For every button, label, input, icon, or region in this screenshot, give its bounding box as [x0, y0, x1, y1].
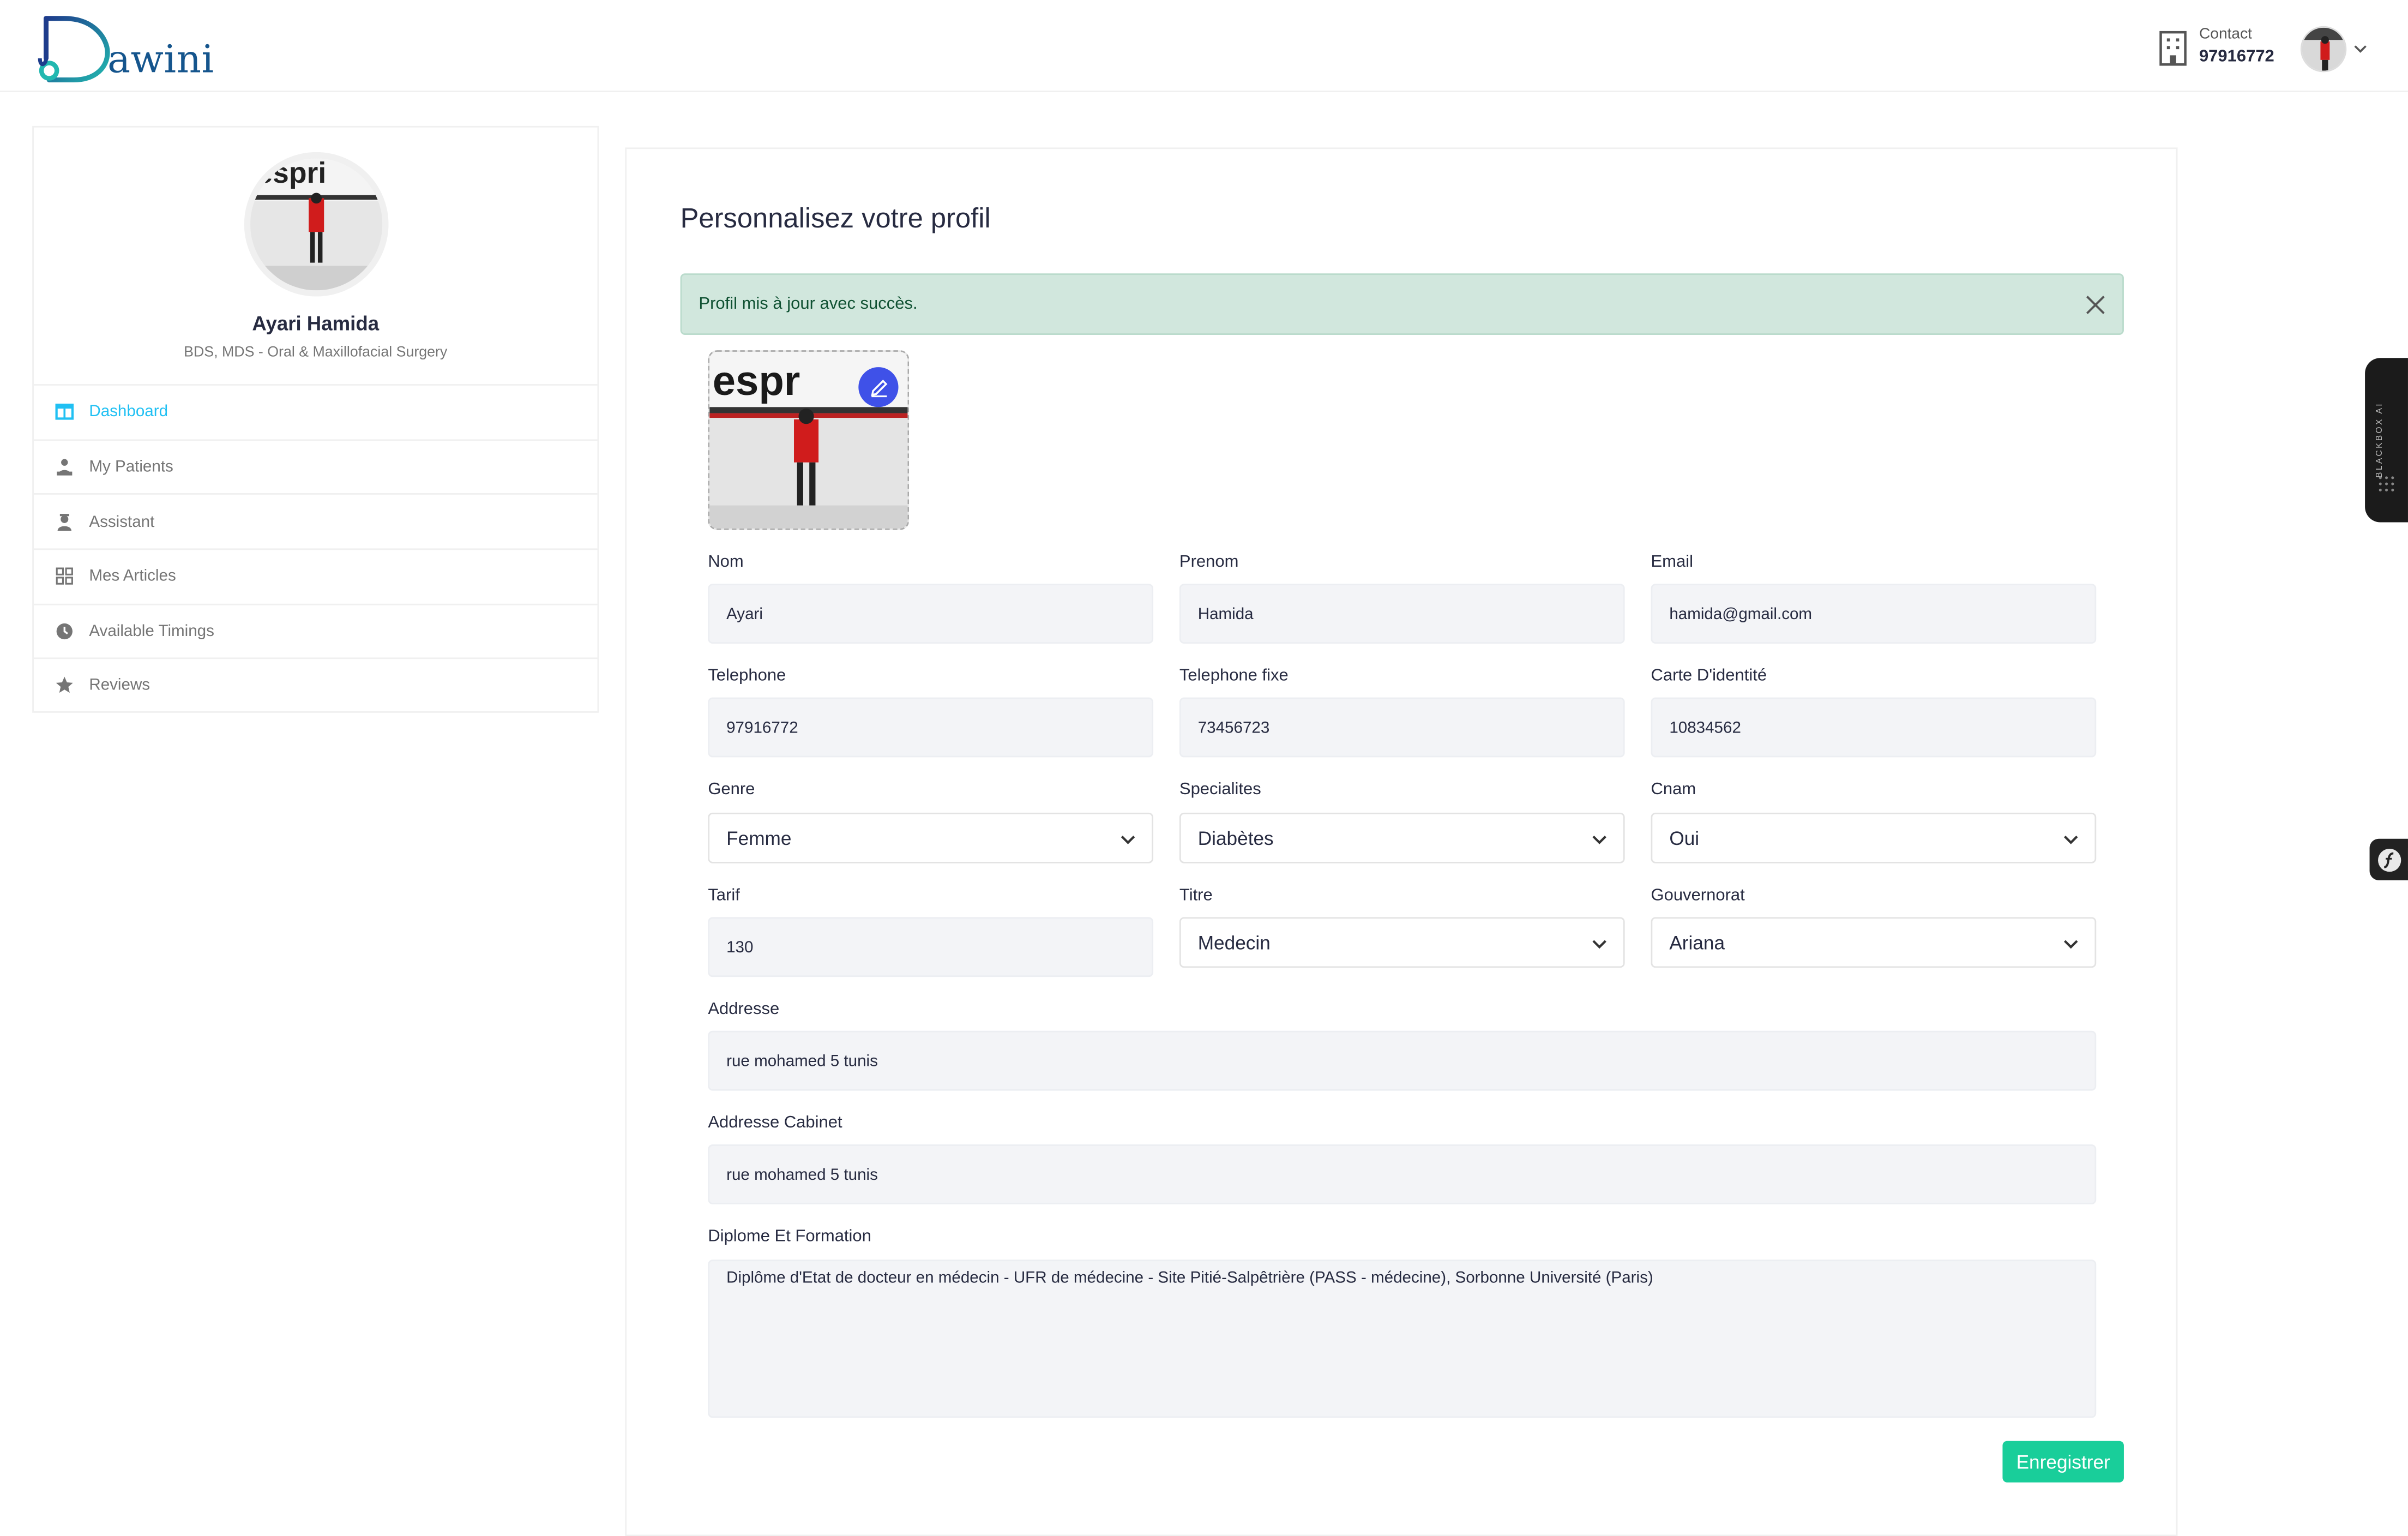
sidebar-item-label: Dashboard — [89, 403, 168, 422]
sidebar-item-label: Reviews — [89, 676, 150, 695]
profile-form-card: Personnalisez votre profil Profil mis à … — [625, 147, 2178, 1536]
users-icon — [57, 459, 73, 476]
specialites-value: Diabètes — [1197, 827, 1274, 849]
carte-identite-input[interactable]: 10834562 — [1651, 697, 2097, 758]
edit-photo-button[interactable] — [858, 367, 899, 407]
titre-label: Titre — [1179, 886, 1213, 905]
telephone-fixe-input[interactable]: 73456723 — [1179, 697, 1625, 758]
sidebar-item-mes-articles[interactable]: Mes Articles — [33, 548, 598, 604]
blackbox-ai-widget[interactable]: BLACKBOX AI — [2365, 358, 2408, 523]
sidebar-item-label: Mes Articles — [89, 567, 176, 586]
chevron-down-icon — [1592, 835, 1606, 844]
svg-text:espri: espri — [256, 158, 326, 189]
sidebar-item-label: Assistant — [89, 512, 155, 531]
svg-text:espr: espr — [713, 358, 800, 404]
alert-message: Profil mis à jour avec succès. — [699, 295, 918, 314]
sidebar-item-my-patients[interactable]: My Patients — [33, 439, 598, 494]
sidebar-item-reviews[interactable]: Reviews — [33, 658, 598, 713]
dawini-logo[interactable]: awini — [34, 13, 218, 83]
clock-icon — [56, 623, 73, 640]
sidebar-item-label: Available Timings — [89, 622, 214, 641]
addresse-cabinet-input[interactable]: rue mohamed 5 tunis — [708, 1144, 2097, 1204]
sidebar-item-label: My Patients — [89, 458, 173, 477]
contact-number: 97916772 — [2199, 47, 2274, 67]
chevron-down-icon — [2064, 835, 2078, 844]
doctor-photo-icon: espri — [250, 158, 383, 291]
logo-text: awini — [107, 37, 214, 82]
sidebar-item-assistant[interactable]: Assistant — [33, 494, 598, 549]
prenom-input[interactable]: Hamida — [1179, 584, 1625, 644]
genre-value: Femme — [726, 827, 792, 849]
gouvernorat-label: Gouvernorat — [1651, 886, 1745, 905]
diplome-label: Diplome Et Formation — [708, 1227, 871, 1246]
symfony-icon — [2377, 848, 2400, 871]
telephone-label: Telephone — [708, 667, 786, 686]
addresse-input[interactable]: rue mohamed 5 tunis — [708, 1030, 2097, 1091]
specialites-select[interactable]: Diabètes — [1179, 812, 1625, 863]
sidebar-item-available-timings[interactable]: Available Timings — [33, 603, 598, 658]
user-avatar[interactable] — [2300, 26, 2347, 73]
cnam-value: Oui — [1669, 827, 1700, 849]
page-title: Personnalisez votre profil — [680, 202, 991, 234]
pencil-icon — [870, 379, 887, 397]
success-alert: Profil mis à jour avec succès. — [680, 273, 2124, 335]
close-icon[interactable] — [2086, 295, 2106, 315]
nom-input[interactable]: Ayari — [708, 584, 1154, 644]
star-icon — [56, 677, 73, 693]
cnam-label: Cnam — [1651, 780, 1696, 799]
chevron-down-icon — [1121, 835, 1135, 844]
genre-select[interactable]: Femme — [708, 812, 1154, 863]
symfony-toolbar-toggle[interactable] — [2369, 838, 2408, 880]
chevron-down-icon — [1592, 940, 1606, 949]
titre-value: Medecin — [1197, 932, 1271, 953]
tarif-label: Tarif — [708, 886, 740, 905]
diplome-textarea[interactable]: Diplôme d'Etat de docteur en médecin - U… — [708, 1259, 2097, 1418]
prenom-label: Prenom — [1179, 553, 1239, 572]
titre-select[interactable]: Medecin — [1179, 917, 1625, 968]
doctor-profile-picture: espri — [244, 152, 389, 297]
save-button[interactable]: Enregistrer — [2002, 1441, 2124, 1483]
addresse-label: Addresse — [708, 1000, 780, 1019]
top-header: awini Contact 97916772 — [0, 0, 2408, 92]
profile-sidebar: espri Ayari Hamida BDS, MDS - Oral & Max… — [32, 125, 599, 713]
tarif-input[interactable]: 130 — [708, 917, 1154, 977]
cnam-select[interactable]: Oui — [1651, 812, 2097, 863]
contact-label: Contact — [2199, 26, 2253, 43]
specialites-label: Specialites — [1179, 780, 1261, 799]
doctor-name: Ayari Hamida — [252, 311, 380, 335]
addresse-cabinet-label: Addresse Cabinet — [708, 1113, 842, 1132]
nom-label: Nom — [708, 553, 744, 572]
sidebar-menu: Dashboard My Patients Assistant Mes Arti… — [33, 384, 598, 713]
user-nurse-icon — [57, 513, 71, 531]
chevron-down-icon[interactable] — [2353, 41, 2368, 57]
chevron-down-icon — [2064, 940, 2078, 949]
gouvernorat-value: Ariana — [1669, 932, 1725, 953]
blackbox-label: BLACKBOX AI — [2375, 402, 2385, 478]
doctor-specialty: BDS, MDS - Oral & Maxillofacial Surgery — [184, 344, 448, 361]
columns-icon — [55, 404, 74, 421]
gouvernorat-select[interactable]: Ariana — [1651, 917, 2097, 968]
genre-label: Genre — [708, 780, 755, 799]
telephone-input[interactable]: 97916772 — [708, 697, 1154, 758]
email-input[interactable]: hamida@gmail.com — [1651, 584, 2097, 644]
grid-icon — [56, 568, 73, 585]
sidebar-item-dashboard[interactable]: Dashboard — [33, 384, 598, 439]
carte-identite-label: Carte D'identité — [1651, 667, 1767, 686]
telephone-fixe-label: Telephone fixe — [1179, 667, 1289, 686]
email-label: Email — [1651, 553, 1694, 572]
dots-grid-icon — [2379, 476, 2394, 491]
hospital-building-icon — [2159, 31, 2187, 66]
user-photo-icon — [2302, 27, 2345, 71]
